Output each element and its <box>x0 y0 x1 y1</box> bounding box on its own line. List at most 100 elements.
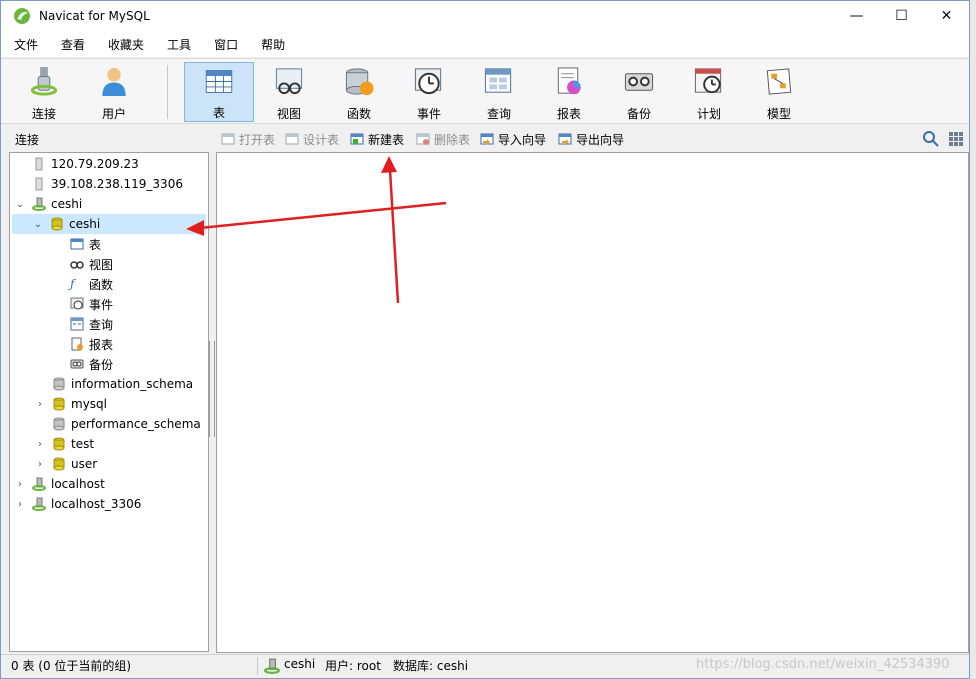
tree-item-database-performance-schema[interactable]: performance_schema <box>34 414 201 434</box>
tree-item-connection-ceshi[interactable]: ⌄ ceshi <box>14 194 82 214</box>
connection-tree[interactable]: 120.79.209.23 39.108.238.119_3306 ⌄ cesh… <box>9 152 209 652</box>
toolbar-user-button[interactable]: 用户 <box>81 62 147 122</box>
expand-arrow-icon[interactable]: › <box>34 439 46 450</box>
main-toolbar: 连接 用户 表 视图 函数 事件 查询 报表 备份 计划 模型 <box>1 58 969 124</box>
tree-item-backups[interactable]: 备份 <box>70 354 113 374</box>
expand-arrow-icon[interactable]: › <box>34 459 46 470</box>
database-closed-icon <box>53 417 65 431</box>
function-icon <box>345 68 374 96</box>
toolbar-separator <box>167 65 168 119</box>
menu-window[interactable]: 窗口 <box>207 36 245 53</box>
user-icon <box>102 67 126 97</box>
export-wizard-icon <box>558 133 572 145</box>
toolbar-label: 计划 <box>696 107 721 121</box>
object-list-pane[interactable] <box>216 152 969 653</box>
tree-item-views[interactable]: 视图 <box>70 254 113 274</box>
new-table-icon <box>350 133 364 145</box>
toolbar-label: 事件 <box>416 107 441 121</box>
expand-arrow-icon[interactable]: › <box>14 499 26 510</box>
backup-tape-icon <box>624 73 654 91</box>
tree-item-connection-localhost[interactable]: › localhost <box>14 474 105 494</box>
maximize-button[interactable]: ☐ <box>879 1 924 31</box>
backup-tape-icon <box>70 359 84 369</box>
event-clock-icon <box>414 68 442 95</box>
toolbar-label: 函数 <box>346 107 371 121</box>
toolbar-schedule-button[interactable]: 计划 <box>676 62 742 122</box>
status-database: 数据库: ceshi <box>393 659 469 673</box>
schedule-icon <box>694 68 722 94</box>
design-table-icon <box>285 133 299 145</box>
server-connected-icon <box>32 497 46 511</box>
plug-icon <box>30 66 58 96</box>
status-object-count: 0 表 (0 位于当前的组) <box>11 659 132 673</box>
toolbar-label: 备份 <box>626 107 651 121</box>
toolbar-label: 查询 <box>486 107 511 121</box>
open-table-icon <box>221 133 235 145</box>
connection-pane-label: 连接 <box>15 133 40 147</box>
tree-item-tables[interactable]: 表 <box>70 234 101 254</box>
tree-item-queries[interactable]: 查询 <box>70 314 113 334</box>
tree-item-reports[interactable]: 报表 <box>70 334 113 354</box>
import-wizard-button[interactable]: 导入向导 <box>480 130 546 148</box>
report-icon <box>71 337 83 351</box>
splitter-grip[interactable] <box>209 341 215 437</box>
delete-table-button[interactable]: 删除表 <box>416 130 470 148</box>
collapse-arrow-icon[interactable]: ⌄ <box>32 219 44 230</box>
toolbar-view-button[interactable]: 视图 <box>256 62 322 122</box>
minimize-button[interactable]: — <box>834 1 879 31</box>
expand-arrow-icon[interactable]: › <box>34 399 46 410</box>
toolbar-label: 模型 <box>766 107 791 121</box>
tree-item-connection-localhost-3306[interactable]: › localhost_3306 <box>14 494 141 514</box>
tree-item-connection[interactable]: 39.108.238.119_3306 <box>14 174 183 194</box>
toolbar-model-button[interactable]: 模型 <box>746 62 812 122</box>
server-closed-icon <box>35 177 43 191</box>
tree-item-database-user[interactable]: › user <box>34 454 97 474</box>
title-bar: Navicat for MySQL — ☐ ✕ <box>1 1 969 31</box>
menu-view[interactable]: 查看 <box>54 36 92 53</box>
toolbar-function-button[interactable]: 函数 <box>326 62 392 122</box>
close-button[interactable]: ✕ <box>924 1 969 31</box>
grid-view-icon[interactable] <box>947 130 965 148</box>
toolbar-query-button[interactable]: 查询 <box>466 62 532 122</box>
tree-item-database-ceshi[interactable]: ⌄ ceshi <box>12 214 206 234</box>
tree-item-database-test[interactable]: › test <box>34 434 94 454</box>
window-controls: — ☐ ✕ <box>834 1 969 31</box>
server-connected-icon <box>264 658 280 674</box>
expand-arrow-icon[interactable]: › <box>14 479 26 490</box>
toolbar-table-button[interactable]: 表 <box>184 62 254 122</box>
window-title: Navicat for MySQL <box>39 9 150 23</box>
server-connected-icon <box>32 477 46 491</box>
toolbar-label: 表 <box>212 106 225 120</box>
function-fx-icon: ƒ <box>70 277 75 291</box>
import-wizard-icon <box>480 133 494 145</box>
menu-file[interactable]: 文件 <box>7 36 45 53</box>
toolbar-label: 视图 <box>276 107 301 121</box>
menu-help[interactable]: 帮助 <box>254 36 292 53</box>
status-connection: ceshi <box>284 657 316 671</box>
query-icon <box>484 68 512 93</box>
search-icon[interactable] <box>922 130 940 148</box>
tree-item-connection[interactable]: 120.79.209.23 <box>14 154 139 174</box>
open-table-button[interactable]: 打开表 <box>221 130 275 148</box>
menu-favorites[interactable]: 收藏夹 <box>101 36 151 53</box>
status-divider <box>257 657 258 675</box>
database-icon <box>53 457 65 471</box>
toolbar-backup-button[interactable]: 备份 <box>606 62 672 122</box>
toolbar-report-button[interactable]: 报表 <box>536 62 602 122</box>
toolbar-label: 连接 <box>31 107 56 121</box>
design-table-button[interactable]: 设计表 <box>285 130 339 148</box>
tree-item-database-information-schema[interactable]: information_schema <box>34 374 193 394</box>
tree-item-database-mysql[interactable]: › mysql <box>34 394 107 414</box>
database-closed-icon <box>53 377 65 391</box>
tree-item-functions[interactable]: ƒ 函数 <box>70 274 113 294</box>
export-wizard-button[interactable]: 导出向导 <box>558 130 624 148</box>
toolbar-event-button[interactable]: 事件 <box>396 62 462 122</box>
menu-bar: 文件 查看 收藏夹 工具 窗口 帮助 <box>1 31 969 57</box>
toolbar-connect-button[interactable]: 连接 <box>11 62 77 122</box>
menu-tools[interactable]: 工具 <box>160 36 198 53</box>
new-table-button[interactable]: 新建表 <box>350 130 404 148</box>
tree-item-events[interactable]: 事件 <box>70 294 113 314</box>
status-user: 用户: root <box>325 659 381 673</box>
collapse-arrow-icon[interactable]: ⌄ <box>14 199 26 210</box>
view-icon <box>275 68 303 95</box>
